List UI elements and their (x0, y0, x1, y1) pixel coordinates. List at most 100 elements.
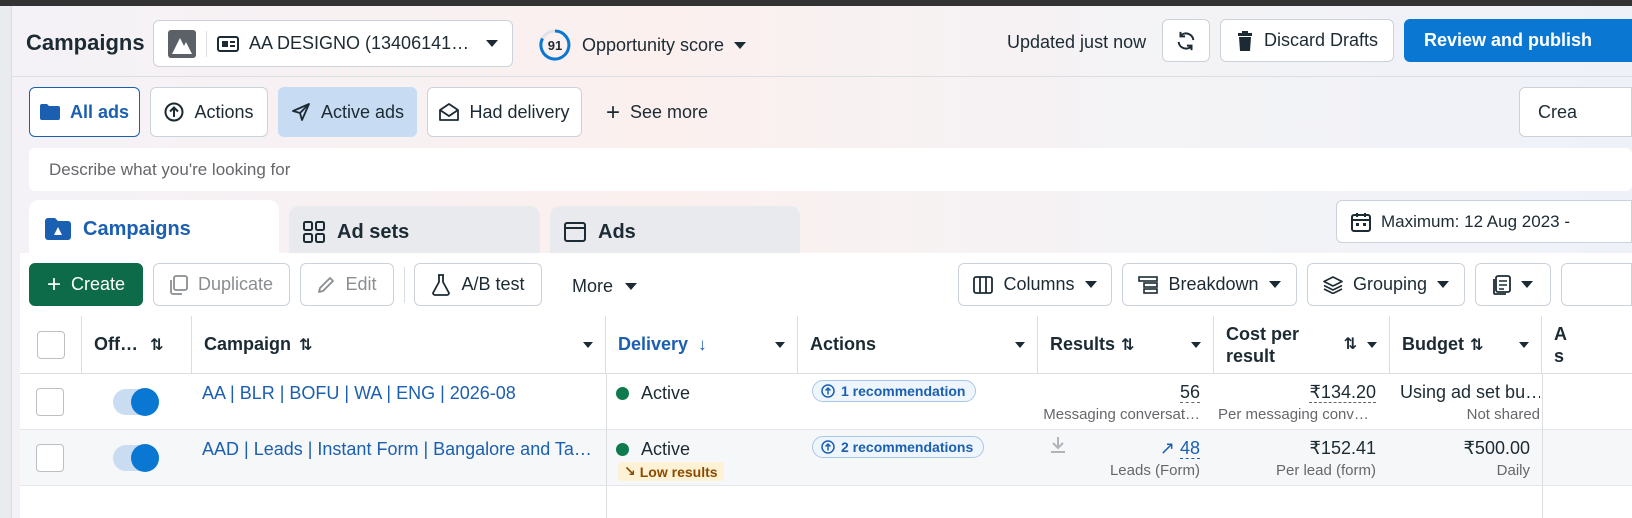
columns-icon (973, 275, 994, 294)
divider (12, 76, 1632, 77)
date-range-picker[interactable]: Maximum: 12 Aug 2023 - (1336, 200, 1632, 243)
table-row[interactable]: AA | BLR | BOFU | WA | ENG | 2026-08 Act… (20, 374, 1632, 430)
delivery-label: Active (641, 439, 691, 459)
cost-per-result-value[interactable]: ₹134.20 (1226, 382, 1376, 403)
trend-down-icon: ↘ (624, 463, 636, 479)
create-view-button[interactable]: Crea (1519, 87, 1632, 137)
chevron-down-icon (1191, 341, 1201, 348)
tab-ads[interactable]: Ads (550, 206, 800, 258)
filter-all-ads[interactable]: All ads (29, 87, 140, 137)
score-ring-icon: 91 (539, 29, 571, 61)
plus-icon: + (606, 98, 621, 126)
create-button[interactable]: + Create (29, 263, 143, 306)
divider (404, 267, 405, 303)
header-delivery[interactable]: Delivery ↓ (606, 316, 798, 374)
see-more-label: See more (630, 102, 709, 122)
budget-value: Using ad set bu… (1400, 382, 1540, 402)
discard-label: Discard Drafts (1263, 30, 1379, 50)
row-checkbox[interactable] (36, 444, 64, 472)
refresh-button[interactable] (1162, 19, 1210, 62)
account-name: AA DESIGNO (13406141… (249, 33, 470, 53)
header-label: Delivery (618, 334, 689, 354)
reports-button[interactable] (1475, 263, 1551, 306)
results-value[interactable]: ↗ 48 (1120, 438, 1200, 459)
page-title: Campaigns (26, 30, 145, 55)
header-label: Cost per result (1226, 323, 1300, 366)
tab-campaigns[interactable]: Campaigns (29, 200, 279, 258)
header-budget[interactable]: Budget ⇅ (1390, 316, 1542, 374)
search-placeholder: Describe what you're looking for (49, 159, 291, 179)
delivery-status: Active (616, 439, 690, 460)
sort-icon: ⇅ (1343, 335, 1357, 353)
budget-type: Daily (1496, 462, 1530, 479)
chevron-down-icon (1437, 281, 1450, 288)
columns-button[interactable]: Columns (958, 263, 1112, 306)
select-all-checkbox[interactable] (36, 330, 65, 359)
header-results[interactable]: Results ⇅ (1038, 316, 1214, 374)
results-value[interactable]: 56 (1050, 382, 1200, 403)
breakdown-button[interactable]: Breakdown (1122, 263, 1297, 306)
filter-active-ads[interactable]: Active ads (278, 87, 417, 137)
ad-account-icon (217, 35, 239, 52)
results-type: Messaging conversat… (1043, 406, 1200, 423)
recommendation-label: 2 recommendations (841, 439, 974, 455)
divider (206, 30, 207, 57)
edit-button[interactable]: Edit (300, 263, 394, 306)
grid-icon (303, 221, 325, 243)
header-campaign[interactable]: Campaign ⇅ (192, 316, 606, 374)
header-actions[interactable]: Actions (798, 316, 1038, 374)
header-label: Results (1050, 334, 1116, 354)
svg-text:91: 91 (548, 38, 562, 53)
header-label: Campaign (204, 334, 292, 354)
duplicate-button[interactable]: Duplicate (153, 263, 290, 306)
grouping-button[interactable]: Grouping (1307, 263, 1465, 306)
delivery-label: Active (641, 383, 691, 403)
campaigns-table: Off… ⇅ Campaign ⇅ Delivery ↓ Actions Res… (20, 316, 1632, 518)
table-row[interactable]: AAD | Leads | Instant Form | Bangalore a… (20, 430, 1632, 486)
review-and-publish-button[interactable]: Review and publish (1404, 19, 1632, 62)
ab-test-button[interactable]: A/B test (414, 263, 542, 306)
download-icon[interactable] (1050, 436, 1066, 454)
filter-label: Active ads (320, 101, 405, 122)
arrow-up-circle-icon (821, 440, 835, 454)
campaign-name-link[interactable]: AAD | Leads | Instant Form | Bangalore a… (202, 439, 597, 460)
ads-manager-frame: Campaigns AA DESIGNO (13406141… 91 Oppor… (12, 6, 1632, 518)
tab-label: Ad sets (337, 220, 410, 243)
filter-had-delivery[interactable]: Had delivery (427, 87, 582, 137)
sort-down-icon: ↓ (698, 334, 707, 354)
arrow-up-circle-icon (164, 102, 184, 122)
arrow-up-circle-icon (821, 384, 835, 398)
see-more-button[interactable]: + See more (606, 98, 709, 126)
discard-drafts-button[interactable]: Discard Drafts (1220, 19, 1394, 62)
recommendation-badge[interactable]: 2 recommendations (812, 436, 985, 458)
campaign-toggle[interactable] (113, 444, 159, 472)
filter-actions[interactable]: Actions (150, 87, 268, 137)
search-input[interactable]: Describe what you're looking for (29, 148, 1632, 191)
layers-icon (1323, 275, 1343, 294)
export-button[interactable] (1561, 263, 1632, 306)
header-truncated[interactable]: A s (1542, 316, 1632, 374)
refresh-icon (1177, 31, 1195, 50)
header-label: Actions (810, 334, 877, 354)
header-cost-per-result[interactable]: Cost per result ⇅ (1214, 316, 1390, 374)
header-off-on[interactable]: Off… ⇅ (82, 316, 192, 374)
budget-value: ₹500.00 (1463, 438, 1530, 458)
plus-icon: + (46, 270, 61, 298)
send-icon (292, 103, 310, 121)
account-selector[interactable]: AA DESIGNO (13406141… (153, 20, 513, 67)
campaign-name-link[interactable]: AA | BLR | BOFU | WA | ENG | 2026-08 (202, 383, 597, 404)
pencil-icon (318, 276, 335, 293)
tab-ad-sets[interactable]: Ad sets (289, 206, 540, 258)
reports-icon (1493, 274, 1511, 295)
more-button[interactable]: More (572, 276, 638, 297)
chevron-down-icon (583, 341, 593, 348)
chevron-down-icon (734, 41, 747, 49)
edit-label: Edit (345, 274, 377, 294)
chevron-down-icon (625, 283, 638, 290)
recommendation-badge[interactable]: 1 recommendation (812, 380, 977, 402)
row-checkbox[interactable] (36, 388, 64, 416)
cost-per-result-type: Per lead (form) (1275, 462, 1376, 479)
header-select-all (20, 316, 82, 374)
campaign-toggle[interactable] (113, 388, 159, 416)
opportunity-score[interactable]: 91 Opportunity score (538, 28, 747, 62)
